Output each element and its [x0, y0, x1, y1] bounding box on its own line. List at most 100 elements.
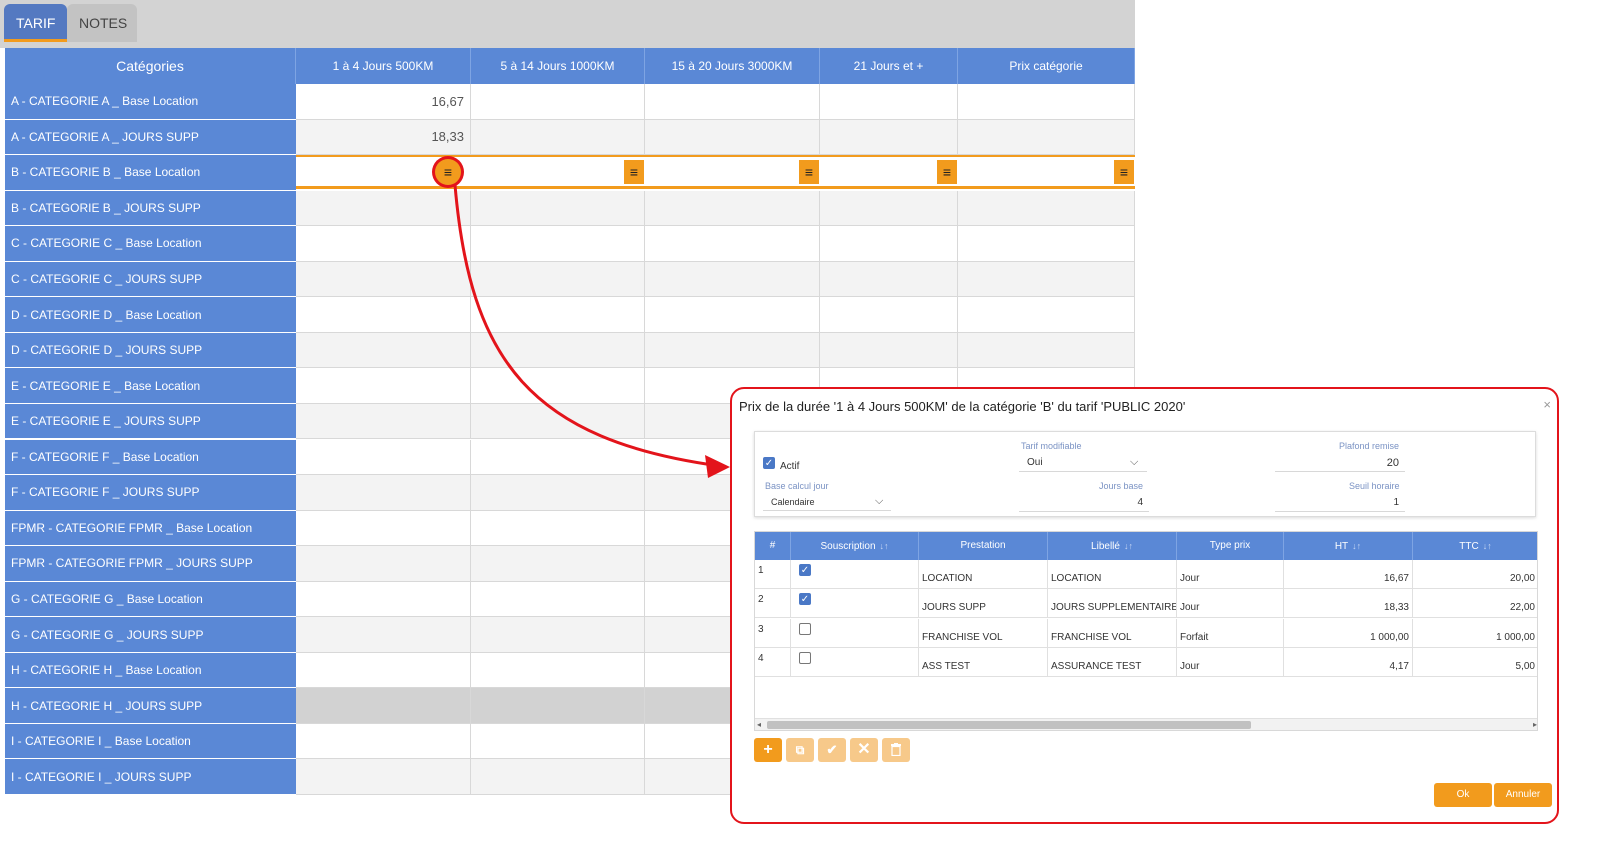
- column-header-category-price[interactable]: Prix catégorie: [958, 48, 1135, 84]
- price-cell[interactable]: [958, 297, 1135, 333]
- delete-button[interactable]: [882, 738, 910, 762]
- horizontal-scrollbar[interactable]: ◂ ▸: [755, 718, 1537, 730]
- scrollbar-thumb[interactable]: [767, 721, 1251, 729]
- column-header-ttc[interactable]: TTC ↓↑: [1413, 532, 1537, 560]
- price-cell[interactable]: [471, 368, 645, 404]
- column-header-21-days-plus[interactable]: 21 Jours et +: [820, 48, 958, 84]
- price-cell[interactable]: [296, 475, 471, 511]
- cell-edit-button[interactable]: ≡: [937, 160, 957, 185]
- price-cell[interactable]: [645, 226, 820, 262]
- sort-icon[interactable]: ↓↑: [880, 541, 889, 551]
- price-cell[interactable]: 16,67: [296, 84, 471, 120]
- price-cell[interactable]: [296, 403, 471, 440]
- price-cell[interactable]: [296, 332, 471, 369]
- column-header-prestation[interactable]: Prestation: [919, 532, 1048, 560]
- editing-row[interactable]: [296, 155, 1135, 190]
- price-cell[interactable]: [820, 84, 958, 120]
- price-cell[interactable]: [820, 332, 958, 369]
- price-cell[interactable]: [471, 475, 645, 511]
- price-cell[interactable]: [471, 439, 645, 476]
- price-cell[interactable]: [471, 546, 645, 582]
- close-icon[interactable]: ×: [1543, 397, 1551, 412]
- souscription-checkbox[interactable]: [799, 651, 811, 664]
- annuler-button[interactable]: Annuler: [1494, 783, 1552, 807]
- price-cell[interactable]: [471, 617, 645, 653]
- sort-icon[interactable]: ↓↑: [1483, 541, 1492, 551]
- souscription-checkbox[interactable]: [799, 622, 811, 635]
- actif-checkbox[interactable]: ✓: [763, 457, 775, 469]
- price-cell[interactable]: [296, 546, 471, 582]
- price-cell[interactable]: [645, 190, 820, 227]
- price-cell[interactable]: [471, 510, 645, 547]
- scroll-right-icon[interactable]: ▸: [1533, 719, 1537, 730]
- price-cell[interactable]: [296, 581, 471, 618]
- column-header-type-prix[interactable]: Type prix: [1177, 532, 1284, 560]
- edit-button[interactable]: ⧉: [786, 738, 814, 762]
- price-cell[interactable]: [471, 332, 645, 369]
- ok-button[interactable]: Ok: [1434, 783, 1492, 807]
- souscription-checkbox[interactable]: ✓: [799, 593, 811, 606]
- price-cell[interactable]: [296, 190, 471, 227]
- price-cell[interactable]: [296, 688, 471, 724]
- price-cell[interactable]: [820, 261, 958, 298]
- price-cell[interactable]: [471, 581, 645, 618]
- column-header-ht[interactable]: HT ↓↑: [1284, 532, 1413, 560]
- tarif-modifiable-select[interactable]: Oui: [1019, 456, 1147, 472]
- column-header-categories[interactable]: Catégories: [5, 48, 296, 84]
- price-cell[interactable]: [471, 190, 645, 227]
- price-cell[interactable]: [958, 119, 1135, 156]
- price-cell[interactable]: [820, 226, 958, 262]
- scroll-left-icon[interactable]: ◂: [757, 719, 761, 730]
- column-header-15-20-days[interactable]: 15 à 20 Jours 3000KM: [645, 48, 820, 84]
- add-button[interactable]: +: [754, 738, 782, 762]
- sort-icon[interactable]: ↓↑: [1124, 541, 1133, 551]
- price-cell[interactable]: [471, 226, 645, 262]
- column-header-5-14-days[interactable]: 5 à 14 Jours 1000KM: [471, 48, 645, 84]
- plafond-remise-input[interactable]: 20: [1275, 456, 1405, 472]
- price-cell[interactable]: [296, 723, 471, 760]
- price-cell[interactable]: [296, 510, 471, 547]
- price-cell[interactable]: [645, 261, 820, 298]
- price-cell[interactable]: [471, 723, 645, 760]
- cell-edit-button[interactable]: ≡: [799, 160, 819, 185]
- column-header-1-4-days[interactable]: 1 à 4 Jours 500KM: [296, 48, 471, 84]
- tab-tarif[interactable]: TARIF: [4, 4, 67, 42]
- column-header-libelle[interactable]: Libellé ↓↑: [1048, 532, 1177, 560]
- cell-edit-button[interactable]: ≡: [1114, 160, 1134, 185]
- price-cell[interactable]: [296, 297, 471, 333]
- price-cell[interactable]: [471, 688, 645, 724]
- price-cell[interactable]: [296, 652, 471, 689]
- price-cell[interactable]: [471, 403, 645, 440]
- price-cell[interactable]: [471, 759, 645, 795]
- price-cell[interactable]: [471, 261, 645, 298]
- column-header-souscription[interactable]: Souscription ↓↑: [791, 532, 919, 560]
- price-cell[interactable]: [645, 84, 820, 120]
- price-cell[interactable]: [958, 261, 1135, 298]
- price-cell[interactable]: [645, 332, 820, 369]
- price-cell[interactable]: [296, 368, 471, 404]
- price-cell[interactable]: [820, 297, 958, 333]
- base-calcul-select[interactable]: Calendaire: [763, 495, 891, 511]
- price-cell[interactable]: [471, 297, 645, 333]
- sort-icon[interactable]: ↓↑: [1352, 541, 1361, 551]
- price-cell[interactable]: [958, 190, 1135, 227]
- cancel-edit-button[interactable]: ✕: [850, 738, 878, 762]
- seuil-horaire-input[interactable]: 1: [1275, 496, 1405, 512]
- price-cell[interactable]: [471, 119, 645, 156]
- jours-base-input[interactable]: 4: [1019, 496, 1149, 512]
- price-cell[interactable]: [296, 617, 471, 653]
- price-cell[interactable]: [296, 261, 471, 298]
- price-cell[interactable]: 18,33: [296, 119, 471, 156]
- price-cell[interactable]: [958, 84, 1135, 120]
- price-cell[interactable]: [958, 332, 1135, 369]
- price-cell[interactable]: [820, 190, 958, 227]
- price-cell[interactable]: [645, 119, 820, 156]
- cell-edit-button[interactable]: ≡: [624, 160, 644, 185]
- validate-button[interactable]: ✔: [818, 738, 846, 762]
- price-cell[interactable]: [296, 226, 471, 262]
- price-cell[interactable]: [958, 226, 1135, 262]
- price-cell[interactable]: [645, 297, 820, 333]
- price-cell[interactable]: [820, 119, 958, 156]
- price-cell[interactable]: [471, 84, 645, 120]
- tab-notes[interactable]: NOTES: [67, 4, 137, 42]
